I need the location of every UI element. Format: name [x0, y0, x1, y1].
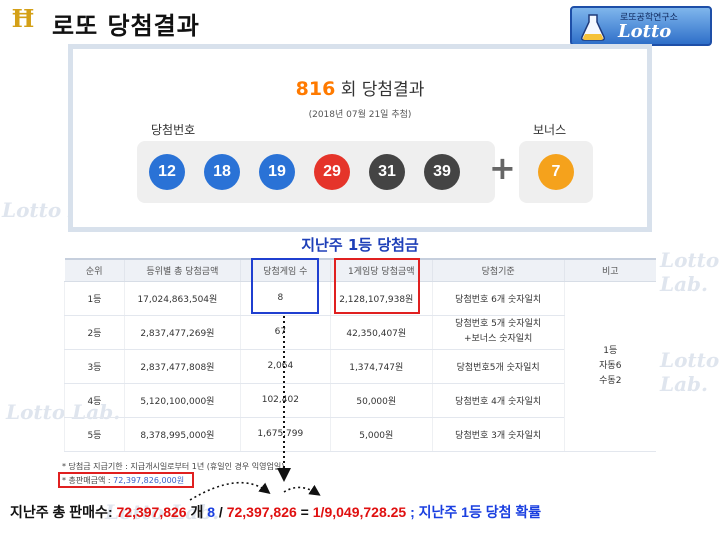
brand-logo: 로또공학연구소 Lotto Lab.: [570, 6, 712, 46]
watermark: Lotto Lab.: [660, 348, 720, 396]
summary-sales-divisor: 72,397,826: [226, 504, 297, 520]
note-line: 수동2: [599, 375, 622, 386]
number-ball: 39: [424, 154, 460, 190]
brand-name: Lotto Lab.: [618, 21, 672, 44]
rank-cell: 1등: [64, 281, 125, 316]
summary-equals: =: [296, 504, 313, 520]
note-cell: 1등 자동6 수동2: [563, 281, 656, 452]
table-title: 지난주 1등 당첨금: [301, 236, 419, 254]
winners-cell: 1,675,799: [239, 417, 331, 452]
criteria-cell: 당첨번호 3개 숫자일치: [431, 417, 565, 452]
bonus-number: 7: [519, 141, 593, 203]
note-line: 자동6: [599, 360, 622, 371]
number-ball: 12: [149, 154, 185, 190]
number-ball: 31: [369, 154, 405, 190]
total-sales-highlight-box: [58, 472, 194, 488]
total-prize-cell: 8,378,995,000원: [123, 417, 241, 452]
column-header: 당첨기준: [431, 258, 565, 282]
criteria-cell: 당첨번호 4개 숫자일치: [431, 383, 565, 418]
winning-numbers-label: 당첨번호: [151, 123, 196, 137]
flask-icon: [581, 14, 605, 41]
round-suffix: 회 당첨결과: [340, 80, 425, 100]
draw-result-card: 816 회 당첨결과 (2018년 07월 21일 추첨) 당첨번호 보너스 1…: [68, 44, 652, 232]
criteria-cell: 당첨번호 6개 숫자일치: [431, 281, 565, 316]
watermark: Lotto Lab.: [660, 248, 720, 296]
summary-unit: 개: [186, 504, 208, 520]
column-header: 순위: [64, 258, 125, 282]
number-ball: 29: [314, 154, 350, 190]
per-game-prize-cell: 1,374,747원: [329, 349, 433, 384]
per-game-prize-cell: 42,350,407원: [329, 315, 433, 350]
note-line: 1등: [603, 345, 618, 356]
rank-cell: 2등: [64, 315, 125, 350]
total-prize-cell: 5,120,100,000원: [123, 383, 241, 418]
number-ball: 19: [259, 154, 295, 190]
per-game-highlight-box: [334, 258, 420, 314]
page-title: 로또 당첨결과: [52, 12, 200, 40]
summary-slash: /: [215, 504, 227, 520]
per-game-prize-cell: 5,000원: [329, 417, 433, 452]
plus-icon: +: [489, 149, 516, 187]
lotto-symbol-icon: Ħ: [11, 4, 35, 33]
criteria-line: 당첨번호 5개 숫자일치: [455, 319, 542, 329]
draw-date: (2018년 07월 21일 추첨): [308, 110, 412, 120]
probability-summary: 지난주 총 판매수: 72,397,826 개 8 / 72,397,826 =…: [10, 502, 714, 522]
bonus-ball: 7: [538, 154, 574, 190]
criteria-cell: 당첨번호5개 숫자일치: [431, 349, 565, 384]
round-heading: 816 회 당첨결과: [73, 75, 647, 100]
winning-numbers: 12 18 19 29 31 39: [137, 141, 495, 203]
round-number: 816: [295, 78, 336, 100]
total-prize-cell: 2,837,477,269원: [123, 315, 241, 350]
winners-highlight-box: [251, 258, 319, 314]
summary-label: 지난주 총 판매수:: [10, 504, 117, 520]
number-ball: 18: [204, 154, 240, 190]
summary-probability: 1/9,049,728.25: [312, 504, 407, 520]
summary-sales: 72,397,826: [116, 504, 187, 520]
criteria-line: +보너스 숫자일치: [463, 334, 533, 344]
winners-cell: 67: [239, 315, 331, 350]
column-header: 등위별 총 당첨금액: [123, 258, 241, 282]
criteria-cell: 당첨번호 5개 숫자일치 +보너스 숫자일치: [431, 315, 565, 350]
rank-cell: 5등: [64, 417, 125, 452]
winners-cell: 102,402: [239, 383, 331, 418]
rank-cell: 4등: [64, 383, 125, 418]
summary-winners: 8: [207, 504, 216, 520]
summary-tail: ; 지난주 1등 당첨 확률: [406, 504, 542, 520]
total-prize-cell: 17,024,863,504원: [123, 281, 241, 316]
rank-cell: 3등: [64, 349, 125, 384]
column-header: 비고: [563, 258, 656, 282]
winners-cell: 2,064: [239, 349, 331, 384]
bonus-label: 보너스: [533, 123, 567, 137]
per-game-prize-cell: 50,000원: [329, 383, 433, 418]
payment-deadline-note: * 당첨금 지급기한 : 지급개시일로부터 1년 (휴일인 경우 익영업일): [62, 462, 285, 471]
total-prize-cell: 2,837,477,808원: [123, 349, 241, 384]
